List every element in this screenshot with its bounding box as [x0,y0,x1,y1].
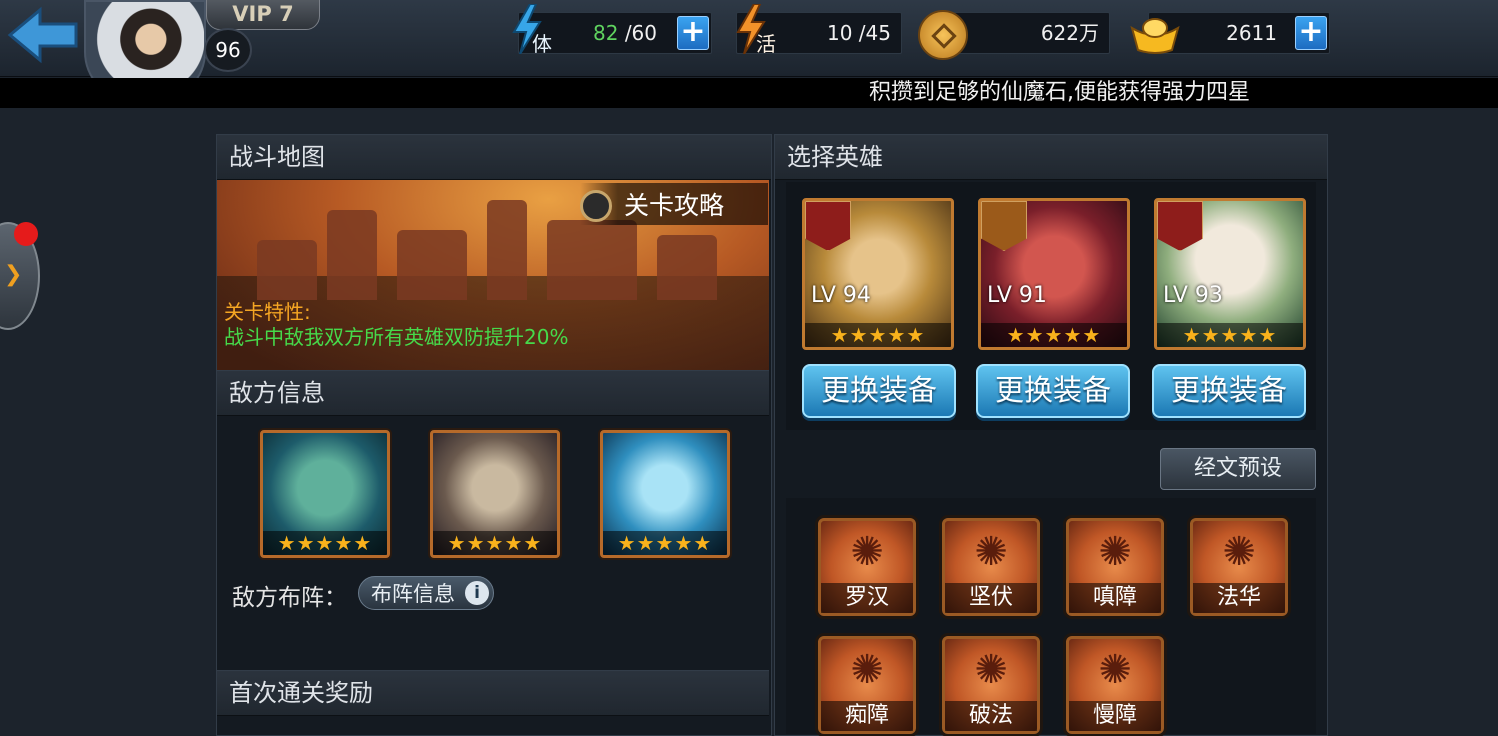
stamina-current: 82 [593,21,619,45]
scripture-slot[interactable]: ✺ 慢障 [1066,636,1164,734]
stamina-max: /60 [624,21,657,45]
magnifier-icon[interactable] [580,190,612,222]
gold-ingot-icon [1130,14,1180,58]
scripture-name: 嗔障 [1069,583,1161,613]
enemy-stars: ★★★★★ [603,531,727,555]
enemy-formation-label: 敌方布阵： [232,585,347,611]
energy-label: 活 [756,32,776,56]
coins-value: 622万 [1040,21,1099,45]
enemy-stars: ★★★★★ [263,531,387,555]
scripture-rune-icon: ✺ [850,529,884,575]
stage-guide-label[interactable]: 关卡攻略 [624,186,724,222]
change-equipment-button[interactable]: 更换装备 [802,364,956,418]
player-level: 96 [204,28,252,72]
scripture-slot[interactable]: ✺ 嗔障 [1066,518,1164,616]
gold-add-button[interactable]: + [1295,16,1327,50]
scripture-name: 法华 [1193,583,1285,613]
scripture-name: 坚伏 [945,583,1037,613]
enemy-stars: ★★★★★ [433,531,557,555]
stage-feature-text: 战斗中敌我双方所有英雄双防提升20% [224,325,569,349]
hero-faction-badge [805,201,851,251]
first-clear-reward-title: 首次通关奖励 [217,670,769,716]
vip-badge[interactable]: VIP 7 [206,0,320,30]
scripture-rune-icon: ✺ [1098,647,1132,693]
hero-level: LV 91 [987,283,1047,308]
scripture-rune-icon: ✺ [1222,529,1256,575]
scripture-name: 破法 [945,701,1037,731]
announcement-text: 积攒到足够的仙魔石,便能获得强力四星 [869,80,1250,105]
energy-value: 10 /45 [827,21,891,45]
scripture-preset-button[interactable]: 经文预设 [1160,448,1316,490]
chevron-right-icon[interactable]: ❯ [4,262,22,287]
enemy-info-title: 敌方信息 [217,370,769,416]
scripture-slot[interactable]: ✺ 坚伏 [942,518,1040,616]
change-equipment-button[interactable]: 更换装备 [976,364,1130,418]
hero-faction-badge [981,201,1027,251]
formation-info-label: 布阵信息 [371,582,455,606]
scripture-name: 痴障 [821,701,913,731]
hero-level: LV 94 [811,283,871,308]
gold-value: 2611 [1226,21,1277,45]
scripture-rune-icon: ✺ [974,647,1008,693]
enemy-portrait-2[interactable]: ★★★★★ [430,430,560,558]
notification-dot [14,222,38,246]
hero-stars: ★★★★★ [981,323,1127,347]
change-equipment-button[interactable]: 更换装备 [1152,364,1306,418]
scripture-rune-icon: ✺ [1098,529,1132,575]
hero-faction-badge [1157,201,1203,251]
scripture-slot[interactable]: ✺ 痴障 [818,636,916,734]
hero-card-1[interactable]: LV 94 ★★★★★ [802,198,954,350]
hero-card-2[interactable]: LV 91 ★★★★★ [978,198,1130,350]
announcement-bar: 积攒到足够的仙魔石,便能获得强力四星 [0,78,1498,108]
hero-select-title: 选择英雄 [775,135,1327,180]
scripture-slot[interactable]: ✺ 罗汉 [818,518,916,616]
scripture-name: 慢障 [1069,701,1161,731]
hero-stars: ★★★★★ [1157,323,1303,347]
hero-stars: ★★★★★ [805,323,951,347]
scripture-rune-icon: ✺ [974,529,1008,575]
formation-info-button[interactable]: 布阵信息 i [358,576,494,610]
battle-map-title: 战斗地图 [217,135,771,180]
hero-card-3[interactable]: LV 93 ★★★★★ [1154,198,1306,350]
enemy-portrait-3[interactable]: ★★★★★ [600,430,730,558]
scripture-rune-icon: ✺ [850,647,884,693]
info-icon: i [465,581,489,605]
stamina-add-button[interactable]: + [677,16,709,50]
coin-icon [918,10,968,60]
scripture-slot[interactable]: ✺ 法华 [1190,518,1288,616]
back-arrow-icon[interactable] [6,4,80,66]
scripture-name: 罗汉 [821,583,913,613]
hero-level: LV 93 [1163,283,1223,308]
scripture-slot[interactable]: ✺ 破法 [942,636,1040,734]
enemy-portrait-1[interactable]: ★★★★★ [260,430,390,558]
stamina-label: 体 [532,32,552,56]
